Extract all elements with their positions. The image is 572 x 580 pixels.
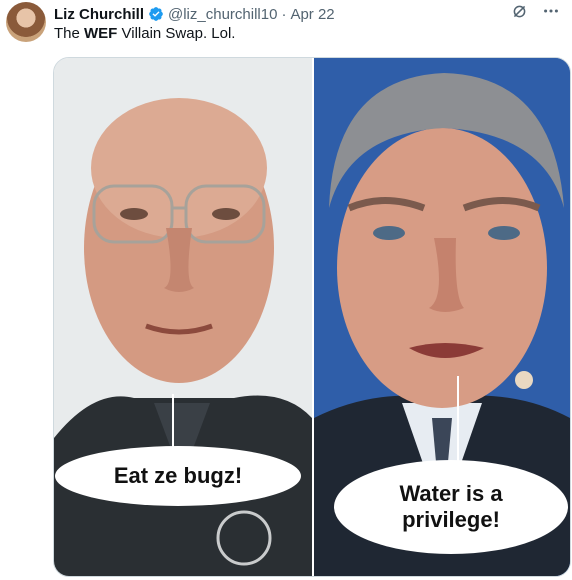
tweet-text-before: The	[54, 25, 85, 42]
author-avatar[interactable]	[6, 2, 46, 42]
right-speech-bubble: Water is a privilege!	[334, 460, 568, 554]
more-icon[interactable]	[542, 2, 560, 20]
author-name[interactable]: Liz Churchill	[54, 6, 144, 23]
right-caption-line1: Water is a	[399, 481, 503, 506]
left-speech-bubble: Eat ze bugz!	[55, 446, 301, 506]
right-caption-line2: privilege!	[402, 507, 500, 532]
left-bubble-tail	[172, 394, 174, 454]
tweet-image[interactable]: Eat ze bugz! Water is a privilege!	[53, 57, 571, 577]
tweet-text: The WEF Villain Swap. Lol.	[54, 24, 235, 44]
tweet-text-bold: WEF	[84, 25, 118, 42]
author-handle[interactable]: @liz_churchill10	[168, 6, 277, 23]
right-bubble-tail	[457, 376, 459, 466]
tweet-header: Liz Churchill @liz_churchill10 · Apr 22	[54, 3, 556, 25]
tweet-date[interactable]: Apr 22	[290, 6, 334, 23]
tweet-text-after: Villain Swap. Lol.	[117, 25, 236, 42]
left-caption: Eat ze bugz!	[113, 463, 243, 488]
grok-icon[interactable]	[510, 2, 528, 20]
verified-badge-icon	[148, 6, 164, 22]
tweet-actions-top	[510, 2, 560, 20]
separator-dot: ·	[281, 5, 287, 23]
